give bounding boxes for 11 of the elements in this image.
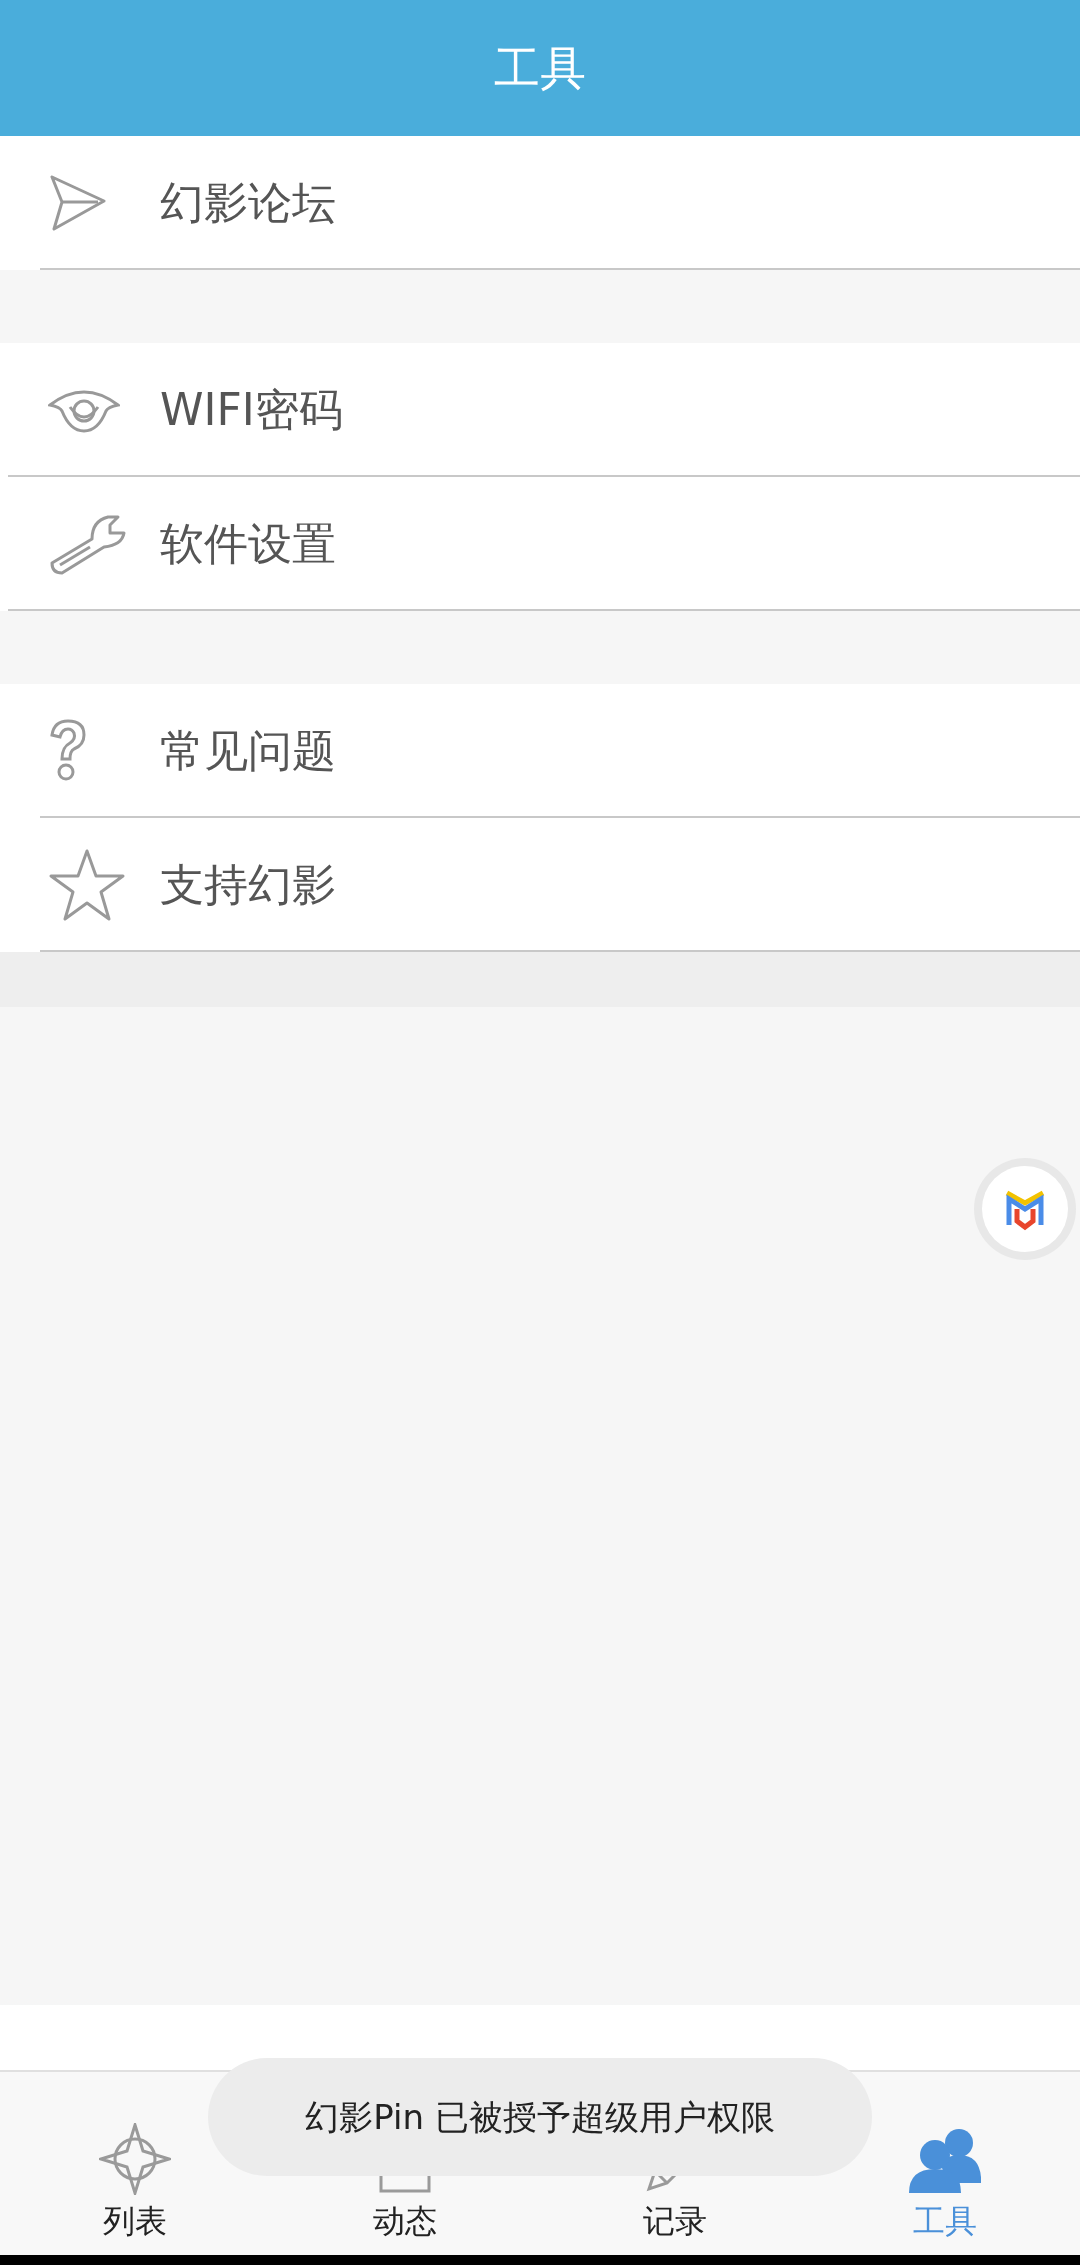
menu-label: WIFI密码 [160,383,343,437]
title: 工具 [494,39,586,97]
toast: 幻影Pin 已被授予超级用户权限 [208,2058,872,2176]
menu-label: 幻影论坛 [160,176,336,230]
menu-label: 常见问题 [160,724,336,778]
tab-label: 动态 [373,2201,437,2242]
tab-label: 记录 [643,2201,707,2242]
tab-label: 列表 [103,2201,167,2242]
menu-label: 支持幻影 [160,858,336,912]
tab-label: 工具 [913,2201,977,2242]
menu-label: 软件设置 [160,517,336,571]
